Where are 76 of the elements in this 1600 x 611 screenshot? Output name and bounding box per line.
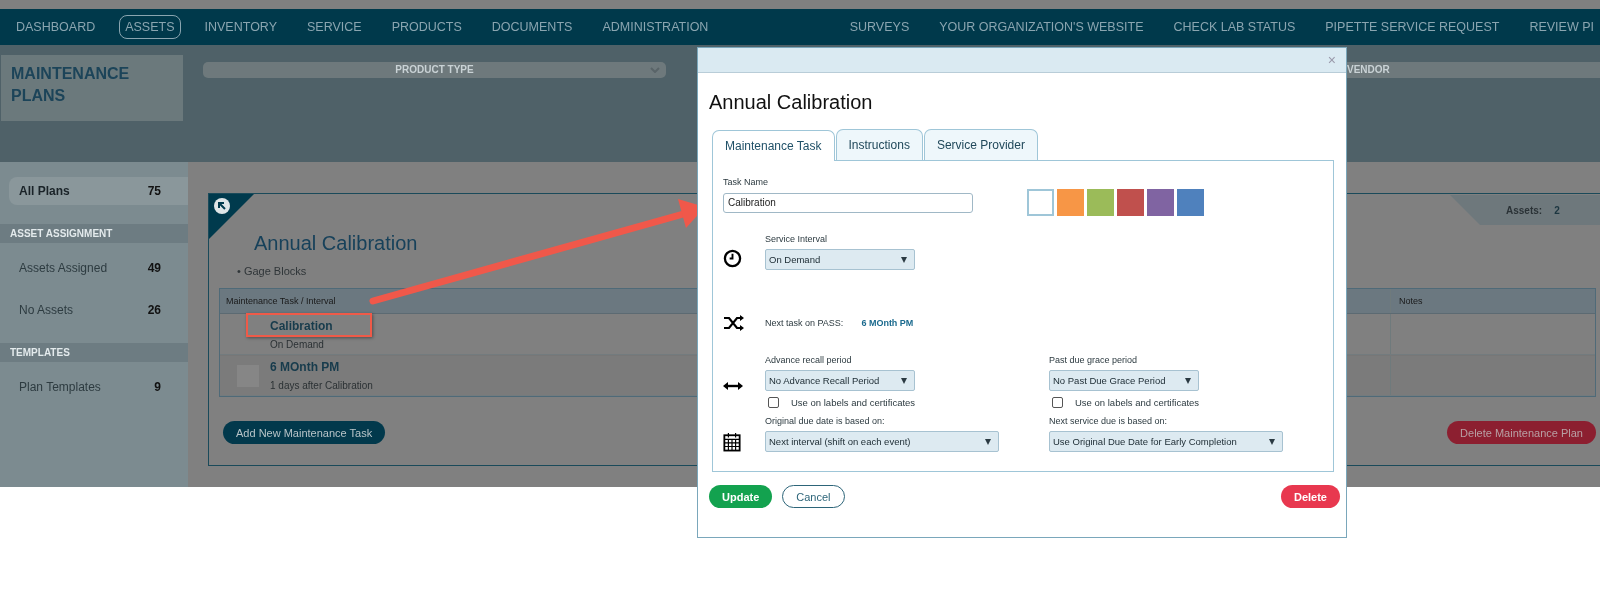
field-label: Next service due is based on: [1049,416,1169,426]
sidebar-item[interactable]: Plan Templates 9 [9,373,188,401]
calendar-icon [723,432,741,452]
clock-icon [723,248,742,268]
dialog-tab[interactable]: Maintenance Task [712,130,835,161]
nav-tab[interactable]: INVENTORY [198,15,283,39]
sidebar-label: Assets Assigned [19,261,108,275]
nav-tab[interactable]: YOUR ORGANIZATION'S WEBSITE [933,15,1150,39]
sidebar-item[interactable]: No Assets 26 [9,296,188,324]
recall-dropdown[interactable]: No Advance Recall Period [765,370,915,391]
nav-tab[interactable]: DASHBOARD [10,15,102,39]
checkbox-label: Use on labels and certificates [791,397,916,408]
field-label: Service Interval [765,234,829,244]
page-title: MAINTENANCE PLANS [1,55,183,121]
assets-label: Assets: [1506,204,1543,216]
plan-title: Annual Calibration [254,232,418,255]
nav-tab[interactable]: ASSETS [119,15,181,39]
delete-plan-button[interactable]: Delete Maintenance Plan [1447,421,1596,444]
grace-dropdown[interactable]: No Past Due Grace Period [1049,370,1199,391]
assets-count: 2 [1554,204,1560,216]
checkbox-label: Use on labels and certificates [1075,397,1200,408]
sidebar-label: Plan Templates [19,380,101,394]
field-label: Task Name [723,177,769,187]
sidebar-item[interactable]: Assets Assigned 49 [9,254,188,282]
sidebar-item[interactable]: All Plans 75 [9,177,188,205]
double-arrow-icon [723,380,743,391]
nav-tab[interactable]: ADMINISTRATION [596,15,715,39]
checkbox[interactable] [768,397,779,408]
nav-tab[interactable]: SERVICE [301,15,368,39]
color-option[interactable] [1027,189,1054,216]
nav-tab[interactable]: PRODUCTS [385,15,468,39]
sidebar-count: 49 [147,261,161,275]
update-button[interactable]: Update [709,485,773,508]
task-name-field[interactable]: Calibration [723,192,973,213]
color-option[interactable] [1177,189,1204,216]
dialog-tab[interactable]: Service Provider [923,129,1038,160]
dialog-tab[interactable]: Instructions [835,129,923,160]
interval-dropdown[interactable]: On Demand [765,249,915,270]
arrow-circle-icon[interactable] [214,198,230,214]
nav-tab[interactable]: DOCUMENTS [485,15,579,39]
task-interval: On Demand [270,338,325,350]
color-option[interactable] [1147,189,1174,216]
sidebar-label: No Assets [19,303,74,317]
column-header: Notes [1399,296,1423,306]
field-label: Original due date is based on: [765,416,886,426]
next-task-link[interactable]: 6 MOnth PM [861,318,914,328]
field-label: Advance recall period [765,355,853,365]
nav-tab[interactable]: REVIEW PI [1523,15,1600,39]
filter-dropdown[interactable]: PRODUCT TYPE [203,62,666,78]
next-service-dropdown[interactable]: Use Original Due Date for Early Completion [1049,431,1283,452]
color-option[interactable] [1117,189,1144,216]
shuffle-icon [723,313,745,332]
cancel-button[interactable]: Cancel [782,485,845,508]
color-option[interactable] [1087,189,1114,216]
field-label: Past due grace period [1049,355,1139,365]
sidebar-heading: ASSET ASSIGNMENT [0,224,188,243]
sidebar-heading: TEMPLATES [0,343,188,362]
task-name[interactable]: Calibration [270,318,333,333]
column-header: Maintenance Task / Interval [226,296,336,306]
sidebar-count: 26 [147,303,161,317]
color-option[interactable] [1057,189,1084,216]
nav-tab[interactable]: CHECK LAB STATUS [1167,15,1302,39]
sidebar-label: All Plans [19,184,70,198]
delete-button[interactable]: Delete [1280,485,1340,508]
checkbox[interactable] [1052,397,1063,408]
bullet-item: • Gage Blocks [237,265,307,277]
nav-tab[interactable]: PIPETTE SERVICE REQUEST [1319,15,1506,39]
task-interval: 1 days after Calibration [270,380,373,391]
sidebar-count: 9 [154,380,161,394]
field-label: Next task on PASS: [765,318,844,328]
dialog-title: Annual Calibration [709,91,874,114]
add-task-button[interactable]: Add New Maintenance Task [223,421,386,444]
task-name[interactable]: 6 MOnth PM [270,360,373,374]
nav-tab[interactable]: SURVEYS [843,15,916,39]
due-date-dropdown[interactable]: Next interval (shift on each event) [765,431,999,452]
sidebar-count: 75 [147,184,161,198]
